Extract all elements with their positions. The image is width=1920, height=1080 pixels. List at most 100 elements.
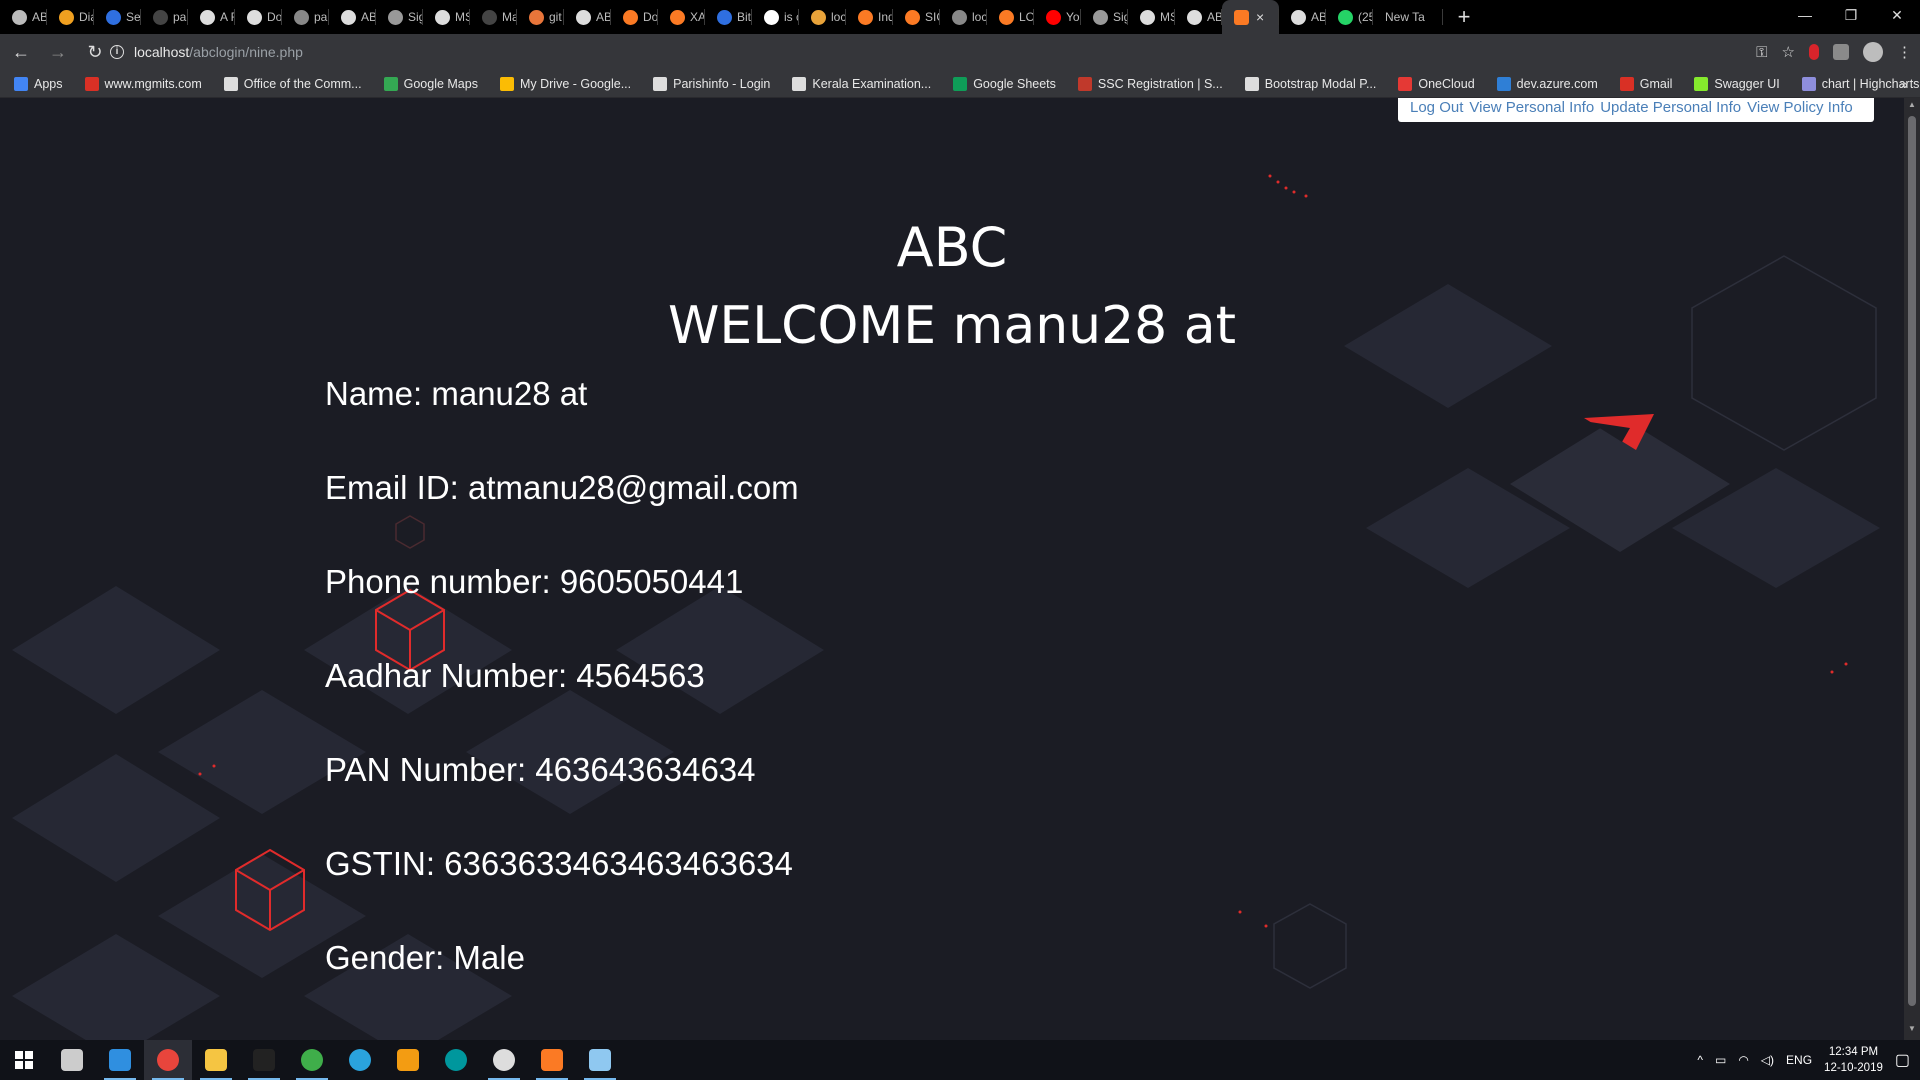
browser-tab[interactable]: AB <box>1175 0 1222 34</box>
logout-link[interactable]: Log Out <box>1410 100 1463 116</box>
bookmark-favicon-icon <box>1398 76 1413 91</box>
browser-tab[interactable]: MS <box>423 0 470 34</box>
browser-tab[interactable]: A F <box>188 0 235 34</box>
bookmark-item[interactable]: Apps <box>14 76 63 91</box>
bookmark-item[interactable]: Parishinfo - Login <box>653 76 770 91</box>
minimize-button[interactable]: — <box>1782 0 1828 30</box>
browser-tab-new[interactable]: New Ta <box>1373 0 1443 34</box>
shield-extension-icon[interactable] <box>1833 44 1849 60</box>
scroll-up-arrow-icon[interactable]: ▲ <box>1904 100 1920 114</box>
bookmark-item[interactable]: Swagger UI <box>1694 76 1780 91</box>
browser-tab[interactable]: XA <box>658 0 705 34</box>
browser-tab[interactable]: git <box>517 0 564 34</box>
chrome-menu-icon[interactable]: ⋮ <box>1897 43 1912 61</box>
browser-tab[interactable]: AB <box>0 0 47 34</box>
restore-button[interactable]: ❐ <box>1828 0 1874 30</box>
browser-tab[interactable]: Ma <box>470 0 517 34</box>
clock[interactable]: 12:34 PM 12-10-2019 <box>1824 1044 1883 1076</box>
tray-overflow-icon[interactable]: ^ <box>1697 1053 1703 1067</box>
browser-tab[interactable]: Ind <box>846 0 893 34</box>
taskbar-arduino-icon[interactable] <box>432 1040 480 1080</box>
taskbar-file-explorer-icon[interactable] <box>192 1040 240 1080</box>
bookmark-item[interactable]: OneCloud <box>1398 76 1475 91</box>
profile-avatar-icon[interactable] <box>1863 42 1883 62</box>
bookmark-favicon-icon <box>1619 76 1634 91</box>
browser-tab[interactable]: Ser <box>94 0 141 34</box>
bookmark-item[interactable]: Kerala Examination... <box>792 76 931 91</box>
tab-label: Do <box>643 10 658 24</box>
browser-tab[interactable]: Dia <box>47 0 94 34</box>
wifi-icon[interactable]: ◠ <box>1738 1053 1748 1067</box>
browser-tab[interactable]: (25 <box>1326 0 1373 34</box>
bookmarks-overflow-icon[interactable]: » <box>1900 76 1908 92</box>
key-icon[interactable]: ⚿ <box>1756 44 1767 61</box>
browser-tab[interactable]: Do <box>235 0 282 34</box>
scroll-down-arrow-icon[interactable]: ▼ <box>1904 1024 1920 1038</box>
browser-tab[interactable]: AB <box>1279 0 1326 34</box>
taskbar-notepad-icon[interactable] <box>576 1040 624 1080</box>
tab-favicon-icon <box>858 9 873 25</box>
browser-tab[interactable]: Do <box>611 0 658 34</box>
tab-favicon-icon <box>482 9 497 25</box>
notifications-icon[interactable]: ▢ <box>1895 1050 1910 1070</box>
bookmark-item[interactable]: Google Sheets <box>953 76 1056 91</box>
bookmark-item[interactable]: Office of the Comm... <box>223 76 362 91</box>
tab-favicon-icon <box>576 9 591 25</box>
bookmark-label: Bootstrap Modal P... <box>1264 76 1377 91</box>
volume-icon[interactable]: ◁) <box>1761 1053 1774 1067</box>
browser-tab[interactable]: SIC <box>893 0 940 34</box>
language-indicator[interactable]: ENG <box>1786 1053 1812 1067</box>
browser-tab[interactable]: Sig <box>1081 0 1128 34</box>
bookmark-item[interactable]: Bootstrap Modal P... <box>1244 76 1377 91</box>
bookmark-favicon-icon <box>792 76 807 91</box>
browser-tab[interactable]: Bit <box>705 0 752 34</box>
bookmark-item[interactable]: Gmail <box>1619 76 1672 91</box>
update-personal-info-link[interactable]: Update Personal Info <box>1600 100 1741 116</box>
forward-button[interactable]: → <box>42 36 74 68</box>
taskbar-task-view-icon[interactable] <box>48 1040 96 1080</box>
close-tab-icon[interactable]: × <box>1256 9 1264 25</box>
site-info-icon[interactable]: i <box>110 45 124 59</box>
address-bar[interactable]: i localhost/abclogin/nine.php <box>110 38 1790 66</box>
taskbar-vscode-icon[interactable] <box>96 1040 144 1080</box>
bookmark-star-icon[interactable]: ☆ <box>1782 43 1795 61</box>
browser-tab[interactable]: Sig <box>376 0 423 34</box>
edge-icon <box>301 1049 323 1071</box>
browser-tab[interactable]: loc <box>799 0 846 34</box>
browser-tab[interactable]: AB <box>564 0 611 34</box>
browser-tab[interactable]: loc <box>940 0 987 34</box>
bookmark-item[interactable]: SSC Registration | S... <box>1077 76 1223 91</box>
browser-tab[interactable]: is c <box>752 0 799 34</box>
browser-tab[interactable]: par <box>282 0 329 34</box>
tab-favicon-icon <box>1046 9 1061 25</box>
browser-tab[interactable]: MS <box>1128 0 1175 34</box>
view-policy-info-link[interactable]: View Policy Info <box>1747 100 1853 116</box>
back-button[interactable]: ← <box>5 36 37 68</box>
close-window-button[interactable]: ✕ <box>1874 0 1920 30</box>
scrollbar-thumb[interactable] <box>1908 116 1916 1006</box>
browser-tab[interactable]: par <box>141 0 188 34</box>
bg-diamond <box>12 586 220 714</box>
bookmark-item[interactable]: Google Maps <box>383 76 478 91</box>
taskbar-edge-icon[interactable] <box>288 1040 336 1080</box>
taskbar-chrome-icon[interactable] <box>144 1040 192 1080</box>
browser-tab[interactable]: LO <box>987 0 1034 34</box>
extension-icon[interactable] <box>1809 44 1819 60</box>
windows-start-icon[interactable] <box>0 1040 48 1080</box>
reload-button[interactable]: ↻ <box>79 36 111 68</box>
taskbar-terminal-icon[interactable] <box>240 1040 288 1080</box>
taskbar-xampp-icon[interactable] <box>528 1040 576 1080</box>
taskbar-telegram-icon[interactable] <box>336 1040 384 1080</box>
taskbar-sublime-icon[interactable] <box>384 1040 432 1080</box>
view-personal-info-link[interactable]: View Personal Info <box>1469 100 1594 116</box>
bookmark-item[interactable]: dev.azure.com <box>1496 76 1598 91</box>
taskbar-eclipse-icon[interactable] <box>480 1040 528 1080</box>
bookmark-item[interactable]: My Drive - Google... <box>499 76 631 91</box>
battery-icon[interactable]: ▭ <box>1715 1053 1726 1067</box>
bookmark-item[interactable]: www.mgmits.com <box>84 76 202 91</box>
page-scrollbar[interactable]: ▲ ▼ <box>1904 98 1920 1040</box>
browser-tab[interactable]: AB <box>329 0 376 34</box>
browser-tab-active[interactable]: × <box>1222 0 1279 34</box>
browser-tab[interactable]: You <box>1034 0 1081 34</box>
new-tab-button[interactable]: + <box>1447 4 1481 30</box>
